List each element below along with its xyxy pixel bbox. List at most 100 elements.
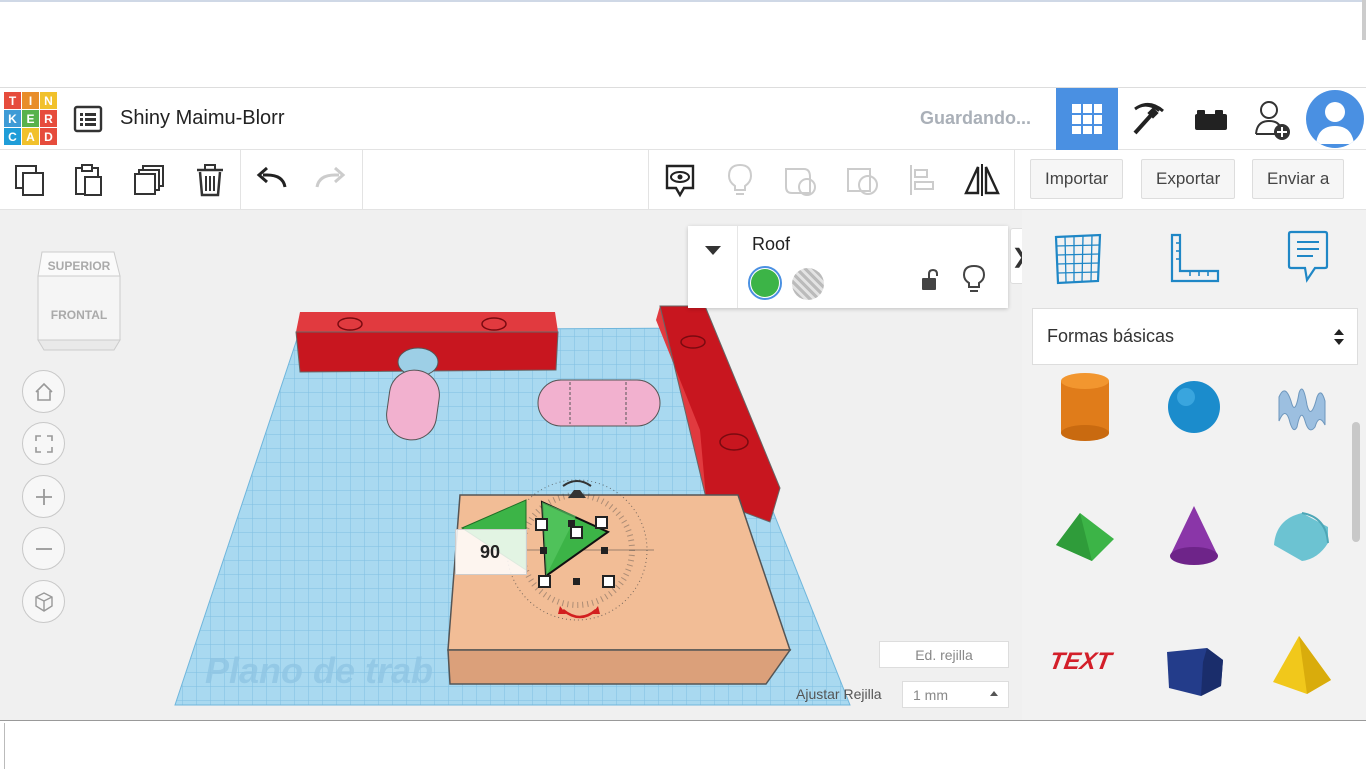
ruler-tab[interactable] [1164,226,1224,290]
shape-roof[interactable] [1040,490,1130,580]
shape-sphere[interactable] [1149,362,1239,452]
grid-icon [1072,104,1102,134]
zoom-out-icon [35,547,52,550]
add-user-button[interactable] [1242,88,1304,150]
sort-icon [1334,329,1344,345]
copy-icon [15,165,44,196]
align-button[interactable] [900,158,944,202]
profile-button[interactable] [1304,88,1366,150]
fit-view-button[interactable] [22,422,65,465]
view-cube[interactable]: SUPERIOR FRONTAL [36,242,122,352]
undo-icon [256,166,287,188]
save-status: Guardando... [920,108,1032,128]
toolbar-divider [648,150,649,210]
shape-polygon[interactable] [1149,625,1239,715]
hide-shape-button[interactable] [962,264,986,299]
pickaxe-icon [1133,103,1164,135]
bottom-frame-border [4,723,1366,769]
hole-button[interactable] [792,268,824,300]
tinkercad-logo[interactable]: T I N K E R C A D [4,92,57,146]
lock-button[interactable] [920,268,940,297]
home-view-button[interactable] [22,370,65,413]
workplane-tab[interactable] [1048,226,1108,290]
cylinder-icon [1061,373,1109,441]
edit-grid-button[interactable]: Ed. rejilla [879,641,1009,668]
show-all-button[interactable] [718,158,762,202]
duplicate-button[interactable] [128,158,172,202]
project-title[interactable]: Shiny Maimu-Blorr [120,107,284,130]
shapes-panel: Formas básicas TEXT [1022,210,1366,720]
send-to-button[interactable]: Enviar a [1252,159,1345,199]
window-edge [1362,0,1366,40]
shape-cone[interactable] [1149,490,1239,580]
3d-design-view-button[interactable] [1056,88,1118,150]
import-button[interactable]: Importar [1030,159,1124,199]
solid-color-button[interactable] [748,266,782,300]
sphere-icon [1168,381,1220,433]
zoom-in-button[interactable] [22,475,65,518]
mirror-icon [964,164,1000,196]
logo-letter: R [40,110,57,127]
shape-text[interactable]: TEXT [1040,615,1130,705]
notes-toggle-button[interactable] [658,158,702,202]
polygon-icon [1167,648,1223,696]
zoom-out-button[interactable] [22,527,65,570]
shape-library-select[interactable]: Formas básicas [1032,308,1358,365]
pink-capsule-right[interactable] [537,379,661,427]
shape-scribble[interactable] [1256,362,1346,452]
design-list-button[interactable] [72,104,104,134]
browser-top-strip [0,0,1366,88]
toolbar-divider [362,150,363,210]
group-button[interactable] [778,158,822,202]
shape-name[interactable]: Roof [752,234,790,255]
text-icon: TEXT [1050,648,1116,675]
toolbar-divider [1014,150,1015,210]
notes-tab[interactable] [1278,226,1338,290]
scribble-icon [1278,388,1326,431]
bottom-frame [0,720,1366,769]
duplicate-icon [134,165,164,195]
shape-inspector: Roof [688,226,1008,308]
snap-grid-select[interactable]: 1 mm [902,681,1009,708]
roof-icon [1056,513,1114,561]
snap-grid-label: Ajustar Rejilla [796,686,882,702]
viewcube-top-label: SUPERIOR [48,259,111,273]
logo-letter: T [4,92,21,109]
toolbar-divider [240,150,241,210]
ungroup-icon [847,168,878,195]
text-shape-label: TEXT [1050,648,1116,675]
copy-button[interactable] [8,158,52,202]
group-icon [785,168,816,196]
rotation-angle-input[interactable]: 90 [455,529,527,575]
perspective-button[interactable] [22,580,65,623]
3d-workspace[interactable]: Plano de trab SUPERIOR FRONTAL Roof 90 E… [0,210,1022,720]
undo-button[interactable] [250,158,294,202]
paste-button[interactable] [66,158,110,202]
delete-button[interactable] [188,158,232,202]
logo-letter: D [40,128,57,145]
logo-letter: E [22,110,39,127]
paste-icon [75,164,102,196]
shape-round-roof[interactable] [1256,490,1346,580]
pyramid-icon [1273,636,1331,694]
minecraft-view-button[interactable] [1118,88,1180,150]
note-eye-icon [665,164,695,198]
redo-button[interactable] [308,158,352,202]
export-button[interactable]: Exportar [1141,159,1236,199]
shapes-scrollbar[interactable] [1352,422,1360,542]
align-icon [910,165,934,195]
shape-pyramid[interactable] [1256,620,1346,710]
top-divider [0,0,1366,2]
avatar-icon [1306,90,1364,148]
logo-letter: A [22,128,39,145]
mirror-button[interactable] [960,158,1004,202]
solid-color-swatch [751,269,779,297]
app-header: T I N K E R C A D Shiny Maimu-Blorr Guar… [0,88,1366,150]
shape-cylinder[interactable] [1040,362,1130,452]
inspector-collapse-button[interactable] [688,226,738,308]
home-icon [34,382,53,401]
cone-icon [1170,506,1218,565]
snap-grid-value: 1 mm [913,686,948,703]
ungroup-button[interactable] [840,158,884,202]
bricks-view-button[interactable] [1180,88,1242,150]
